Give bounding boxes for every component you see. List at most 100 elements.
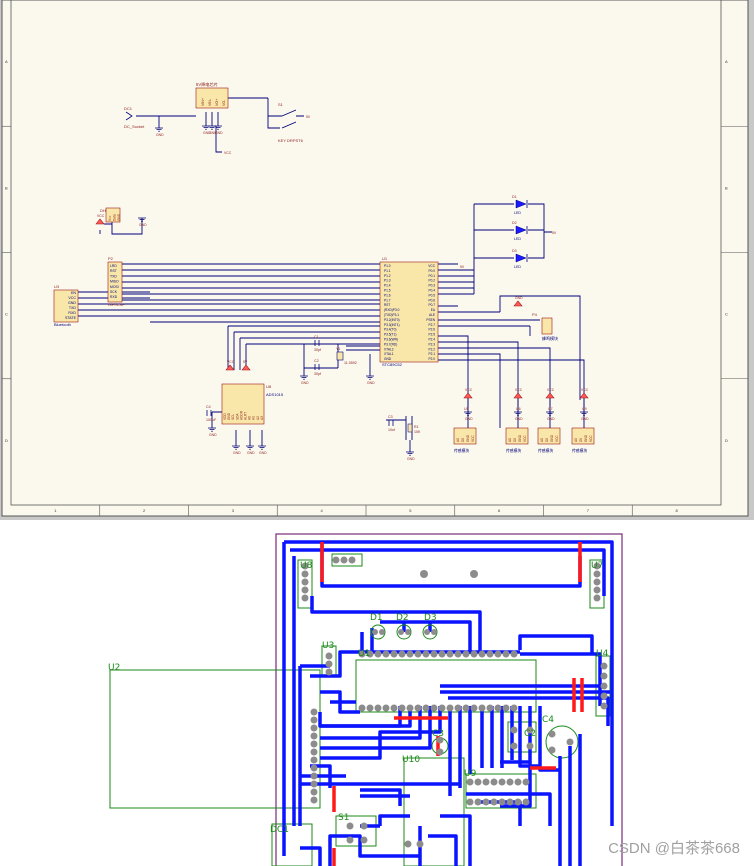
zone-letter: C: [5, 312, 8, 317]
pcb-designator: U7: [591, 561, 603, 571]
pin-label: P0.7: [428, 303, 435, 307]
vcc-label: VCC: [581, 388, 589, 392]
pcb-pad: [502, 704, 510, 712]
pcb-pad: [406, 650, 414, 658]
pcb-pad: [566, 738, 574, 746]
pin-label: PSEN: [426, 318, 435, 322]
sensor-ref: U7: [548, 407, 553, 411]
pcb-designator: DC1: [270, 825, 289, 835]
sensor-ref: U6: [516, 407, 521, 411]
pcb-pad: [600, 662, 608, 670]
pcb-designator: C4: [542, 715, 554, 725]
gnd-label: GND: [215, 131, 223, 135]
pcb-pad: [510, 726, 518, 734]
pin-label: P0.2: [428, 279, 435, 283]
pin-label: XTAL2: [384, 347, 394, 351]
pcb-pad: [548, 730, 556, 738]
dc-ref: DC1: [124, 106, 133, 111]
pin-label: P3.4(T0): [384, 328, 396, 332]
pin-label: P2.6: [428, 328, 435, 332]
pcb-pad: [422, 650, 430, 658]
pcb-pad: [360, 822, 368, 830]
pcb-pad: [430, 650, 438, 658]
pin-label: P1.4: [384, 284, 391, 288]
pcb-pad: [454, 704, 462, 712]
pin-label: P2.3: [428, 342, 435, 346]
pcb-pad: [301, 586, 309, 594]
pcb-pad: [514, 778, 522, 786]
adc-ref: U8: [266, 384, 272, 389]
pcb-pad: [310, 708, 318, 716]
pcb-pad: [346, 836, 354, 844]
pin-label: P1.0: [384, 264, 391, 268]
pcb-pad: [502, 650, 510, 658]
pin-label: GND: [550, 434, 554, 442]
buzzer-ref: P4: [532, 312, 538, 317]
pcb-designator: D1: [370, 613, 383, 623]
pcb-pad: [332, 556, 340, 564]
pin-label: P2.1: [428, 352, 435, 356]
pcb-pad: [310, 732, 318, 740]
buzzer-name: 蜂鸣模块: [542, 335, 558, 341]
led-ref: D3: [512, 249, 517, 253]
pcb-designator: S1: [338, 813, 349, 823]
led-name: LED: [514, 211, 521, 215]
led-name: LED: [514, 265, 521, 269]
pin-label: GND: [466, 434, 470, 442]
switch-name: KEY DRPST6: [278, 138, 304, 143]
pin-label: VCC: [428, 264, 435, 268]
zone-letter: B: [5, 185, 8, 190]
pin-label: P3.5(T1): [384, 333, 396, 337]
crystal-ref: Y1: [336, 347, 340, 351]
pcb-view: U8 U7 U4 U3 U2 D1 D2 D3 C4 C2 C3 U10 U9 S1 DC1 U1: [0, 526, 754, 866]
pcb-pad: [301, 594, 309, 602]
pin-label: P0.3: [428, 284, 435, 288]
pin-label: VCC: [555, 435, 559, 442]
programmer-name: ISP/ICSP: [108, 302, 125, 307]
pin-label: P3.6(WR): [384, 338, 398, 342]
cap-ref: C3: [388, 415, 393, 419]
gnd-label: GND: [156, 133, 164, 137]
pcb-pad: [510, 704, 518, 712]
pcb-pad: [360, 836, 368, 844]
pcb-pad: [310, 740, 318, 748]
pcb-pad: [593, 578, 601, 586]
pcb-pad: [366, 704, 374, 712]
sensor-name: 传感模块: [506, 448, 521, 453]
pin-label: P0.4: [428, 289, 435, 293]
pcb-pad: [593, 586, 601, 594]
sensor-name: 传感模块: [538, 448, 553, 453]
pin-label: P2.4: [428, 338, 435, 342]
pcb-pad: [422, 704, 430, 712]
cap-ref: C4: [206, 405, 211, 409]
schematic-paper: [1, 0, 749, 517]
pin-label: (RXD)P3.0: [384, 308, 400, 312]
adc-name: ADS1015: [266, 392, 284, 397]
cap-name: 10uf: [388, 428, 395, 432]
led-ref: D1: [512, 195, 517, 199]
vcc-label: GND: [515, 296, 523, 300]
pcb-pad: [325, 660, 333, 668]
pin-label: ALE: [429, 313, 435, 317]
pcb-designator: D3: [424, 613, 437, 623]
pcb-pad: [510, 742, 518, 750]
pcb-pad: [466, 778, 474, 786]
dc-name: DC_Socket: [124, 124, 145, 129]
pin-label: VCC: [589, 435, 593, 442]
v5-net-label: 5V: [460, 265, 465, 269]
zone-letter: D: [5, 438, 8, 443]
led-ref: D2: [512, 221, 517, 225]
vcc-label: 5V: [243, 360, 248, 364]
pcb-pad: [346, 822, 354, 830]
gnd-label: GND: [139, 223, 147, 227]
gnd-label: GND: [407, 457, 415, 461]
pcb-pad: [470, 570, 478, 578]
v5-net-label: 5V: [552, 231, 557, 235]
pcb-pad: [522, 778, 530, 786]
zone-letter: C: [725, 312, 728, 317]
pcb-pad: [593, 594, 601, 602]
pcb-pad: [424, 629, 430, 635]
pcb-pad: [470, 704, 478, 712]
pin-label: P2.2: [428, 347, 435, 351]
pcb-pad: [310, 716, 318, 724]
